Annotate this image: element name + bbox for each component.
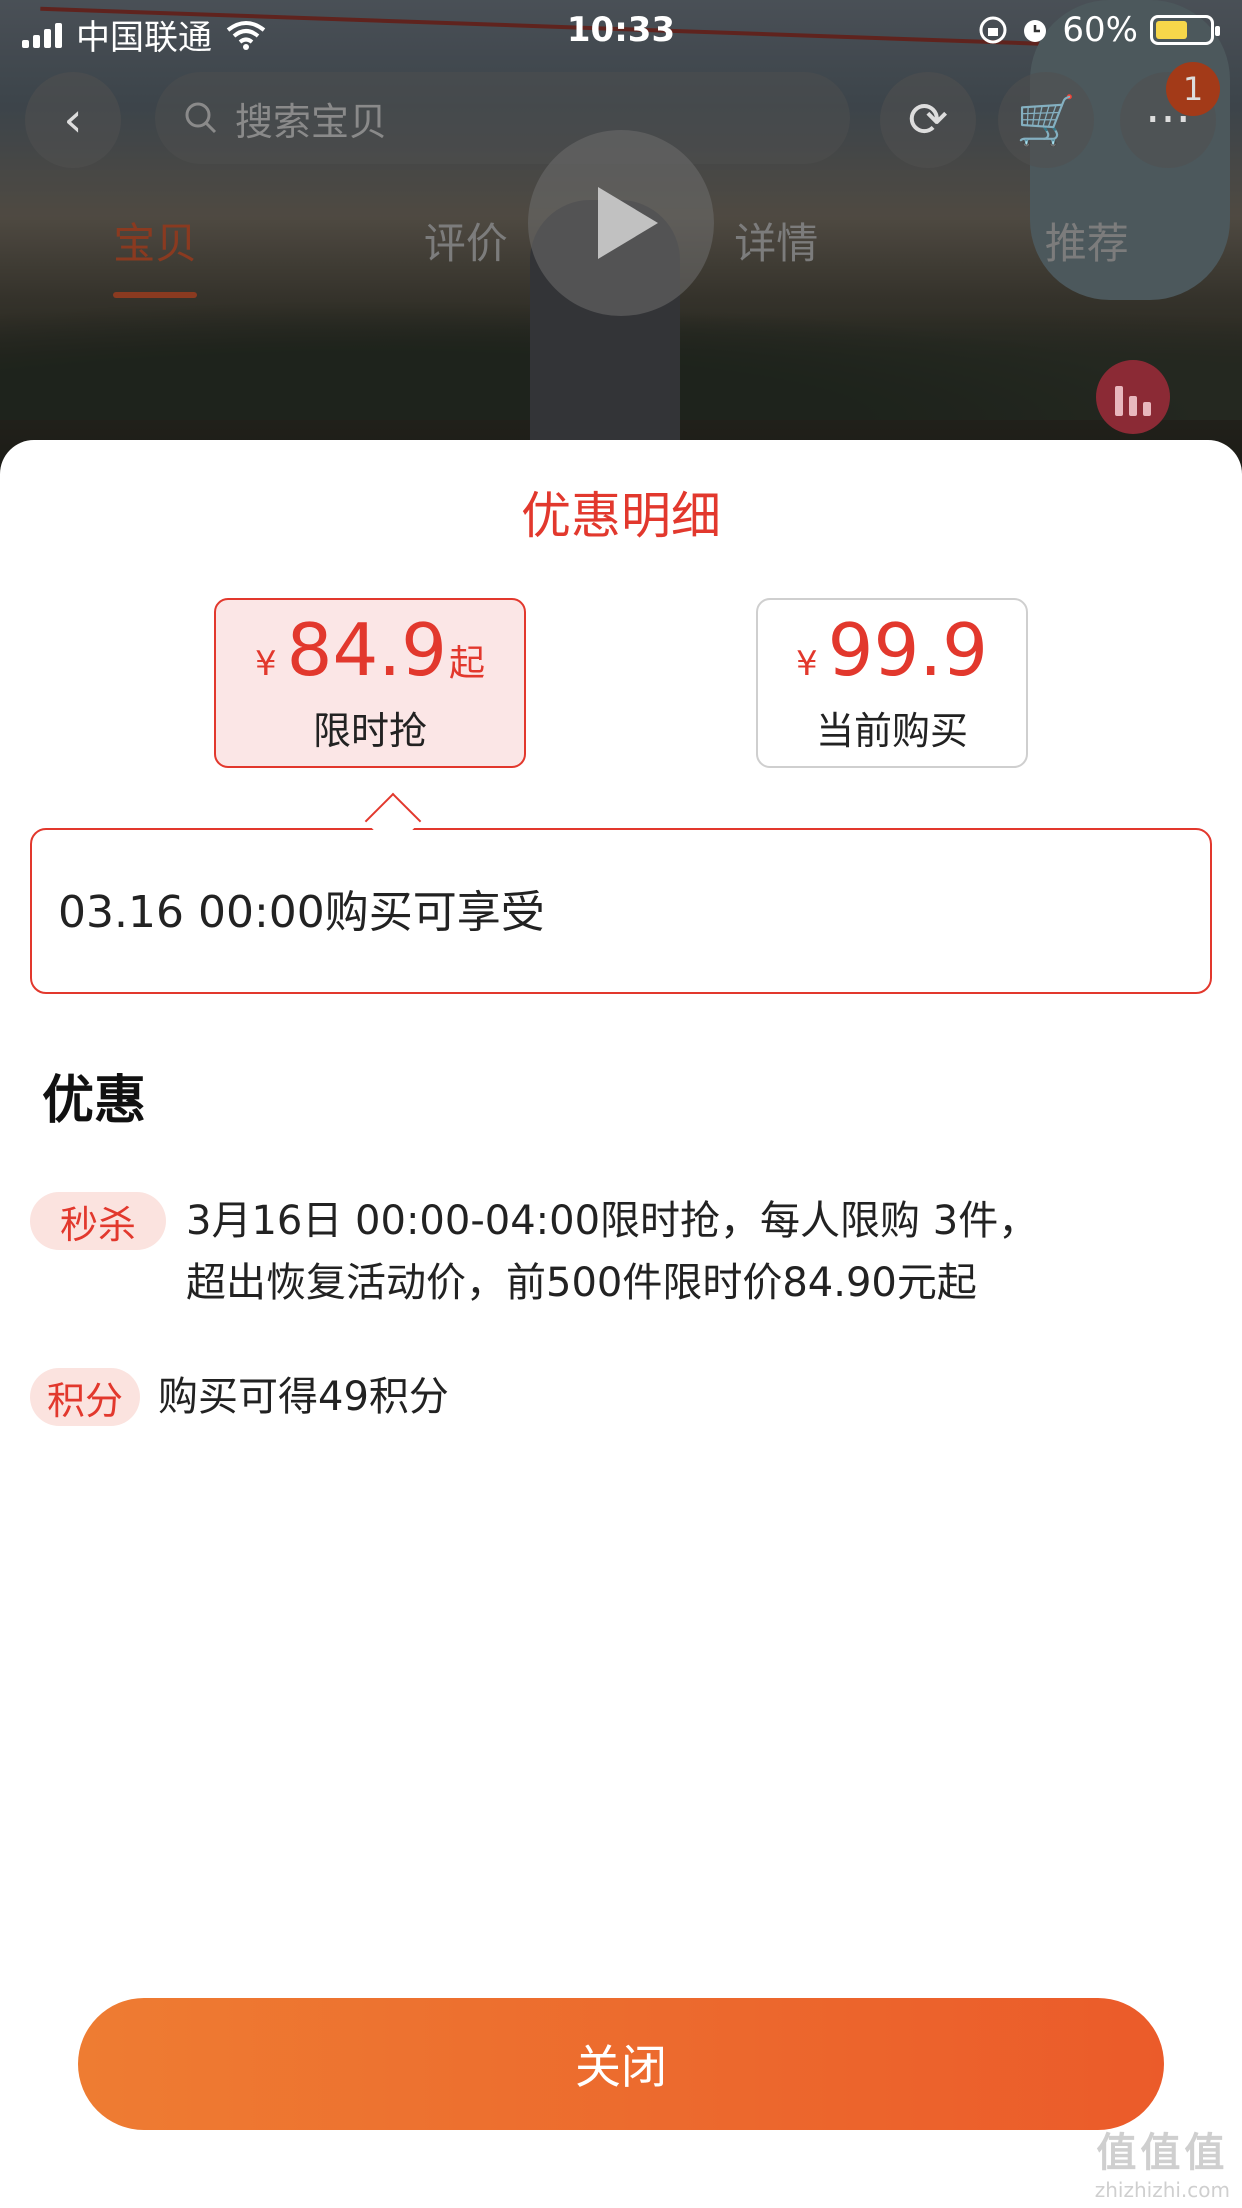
tab-product[interactable]: 宝贝: [83, 210, 227, 298]
cart-icon: 🛒: [1016, 92, 1076, 149]
sheet-title: 优惠明细: [521, 487, 721, 545]
share-button[interactable]: ⟳: [880, 72, 976, 168]
chevron-left-icon: ‹: [63, 92, 83, 148]
callout-text: 03.16 00:00购买可享受: [58, 887, 545, 938]
promotion-item-seckill: 秒杀 3月16日 00:00-04:00限时抢，每人限购 3件， 超出恢复活动价…: [30, 1192, 1038, 1314]
callout-pointer: [364, 792, 422, 850]
discount-detail-sheet: 优惠明细 ¥ 84.9 起 限时抢 ¥ 99.9 当前购买 03.16 00:0…: [0, 440, 1242, 2208]
alarm-icon: [1024, 20, 1047, 42]
promotion-description: 3月16日 00:00-04:00限时抢，每人限购 3件， 超出恢复活动价，前5…: [186, 1190, 1038, 1314]
flash-sale-callout: 03.16 00:00购买可享受: [30, 792, 1212, 994]
price-suffix: 起: [448, 643, 485, 684]
promotion-tag: 积分: [30, 1368, 140, 1426]
flash-sale-label: 限时抢: [312, 709, 427, 753]
search-placeholder: 搜索宝贝: [235, 99, 388, 144]
current-price: 99.9: [827, 608, 988, 692]
tab-recommend[interactable]: 推荐: [1015, 210, 1159, 290]
watermark-url: zhizhizhi.com: [1094, 2178, 1230, 2202]
promotion-item-points: 积分 购买可得49积分: [30, 1368, 449, 1428]
promotion-line: 超出恢复活动价，前500件限时价84.90元起: [186, 1260, 977, 1306]
watermark-logo: 值值值: [1096, 2130, 1229, 2176]
price-card-flash-sale[interactable]: ¥ 84.9 起 限时抢: [214, 598, 526, 768]
current-price-label: 当前购买: [815, 709, 968, 753]
search-icon: [185, 102, 217, 134]
close-button[interactable]: 关闭: [78, 1998, 1164, 2130]
video-play-button[interactable]: [528, 130, 714, 316]
flash-sale-price: 84.9: [286, 608, 447, 692]
stats-button[interactable]: [1096, 360, 1170, 434]
rotation-lock-icon: [979, 16, 1007, 44]
currency-symbol: ¥: [255, 644, 277, 684]
promotion-tag: 秒杀: [30, 1192, 166, 1250]
currency-symbol: ¥: [796, 644, 818, 684]
cart-badge: 1: [1166, 62, 1220, 116]
share-icon: ⟳: [907, 92, 949, 148]
play-icon: [598, 187, 658, 259]
battery-percent: 60%: [1062, 10, 1138, 50]
watermark: 值值值 zhizhizhi.com: [1095, 2120, 1230, 2202]
tab-details[interactable]: 详情: [704, 210, 848, 290]
promotions-section-title: 优惠: [42, 1071, 147, 1131]
promotion-line: 3月16日 00:00-04:00限时抢，每人限购 3件，: [186, 1198, 1039, 1244]
status-bar: 中国联通 10:33 60%: [0, 0, 1242, 62]
tab-reviews[interactable]: 评价: [394, 210, 538, 290]
cart-button[interactable]: 🛒: [998, 72, 1094, 168]
price-card-current[interactable]: ¥ 99.9 当前购买: [756, 598, 1028, 768]
back-button[interactable]: ‹: [25, 72, 121, 168]
search-input[interactable]: 搜索宝贝: [155, 72, 850, 164]
promotion-description: 购买可得49积分: [158, 1374, 449, 1420]
battery-icon: [1150, 15, 1220, 45]
product-page-background: 中国联通 10:33 60% ‹ 搜索宝贝 ⟳ 🛒 ··· 1 宝贝 评价 详情…: [0, 0, 1242, 480]
